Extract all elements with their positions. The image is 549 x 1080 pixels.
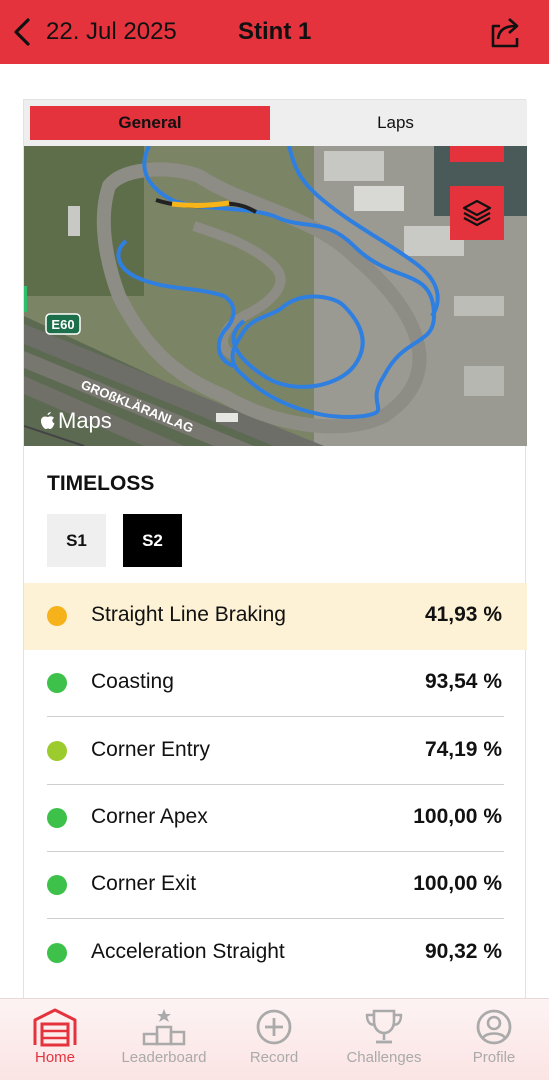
timeloss-label: Corner Apex: [91, 805, 208, 828]
timeloss-row[interactable]: Corner Exit 100,00 %: [24, 852, 527, 919]
share-icon[interactable]: [488, 14, 524, 50]
status-dot-icon: [47, 875, 67, 895]
nav-leaderboard[interactable]: Leaderboard: [109, 999, 219, 1080]
map-layers-button[interactable]: [450, 186, 504, 240]
nav-home-label: Home: [34, 1049, 75, 1066]
road-shield-label: E60: [51, 317, 74, 332]
plus-circle-icon: [256, 1009, 292, 1045]
timeloss-row[interactable]: Coasting 93,54 %: [24, 650, 527, 717]
row-divider: [47, 918, 504, 919]
timeloss-label: Straight Line Braking: [91, 603, 286, 626]
status-dot-icon: [47, 943, 67, 963]
top-bar: 22. Jul 2025 Stint 1: [0, 0, 549, 64]
timeloss-label: Coasting: [91, 670, 174, 693]
tab-laps[interactable]: Laps: [270, 106, 521, 140]
nav-profile[interactable]: Profile: [439, 999, 549, 1080]
status-dot-icon: [47, 741, 67, 761]
maps-text: Maps: [58, 408, 112, 433]
timeloss-label: Corner Entry: [91, 738, 211, 761]
map-control-button[interactable]: [450, 146, 504, 162]
trophy-icon: [365, 1009, 403, 1044]
session-date: 22. Jul 2025: [46, 18, 177, 45]
nav-record[interactable]: Record: [219, 999, 329, 1080]
maps-attribution: Maps: [40, 408, 112, 434]
apple-logo-icon: [41, 412, 55, 429]
nav-challenges-label: Challenges: [346, 1049, 422, 1066]
timeloss-label: Acceleration Straight: [91, 940, 285, 963]
page-title: Stint 1: [238, 18, 312, 45]
timeloss-row[interactable]: Corner Entry 74,19 %: [24, 718, 527, 785]
timeloss-value: 90,32 %: [424, 940, 502, 963]
nav-home[interactable]: Home: [0, 999, 110, 1080]
status-dot-icon: [47, 606, 67, 626]
nav-profile-label: Profile: [472, 1049, 516, 1066]
timeloss-value: 93,54 %: [424, 670, 502, 693]
status-dot-icon: [47, 673, 67, 693]
nav-leaderboard-label: Leaderboard: [121, 1049, 207, 1066]
timeloss-value: 100,00 %: [413, 872, 502, 895]
sector-s1-button[interactable]: S1: [47, 514, 106, 567]
stint-card: General Laps E60 GROßKLÄRANLAG Maps TIME…: [23, 99, 527, 999]
nav-record-label: Record: [249, 1049, 299, 1066]
timeloss-label: Corner Exit: [91, 872, 197, 895]
timeloss-title: TIMELOSS: [47, 472, 155, 495]
status-dot-icon: [47, 808, 67, 828]
track-map[interactable]: E60 GROßKLÄRANLAG Maps: [24, 146, 527, 446]
timeloss-row[interactable]: Acceleration Straight 90,32 %: [24, 920, 527, 987]
sector-s2-button[interactable]: S2: [123, 514, 182, 567]
nav-challenges[interactable]: Challenges: [329, 999, 439, 1080]
garage-icon: [33, 1008, 77, 1047]
person-icon: [476, 1009, 512, 1045]
back-chevron-icon[interactable]: [10, 17, 34, 47]
bottom-nav: Home Leaderboard Record Challenges Profi…: [0, 998, 549, 1080]
layers-icon: [462, 199, 492, 227]
timeloss-row[interactable]: Corner Apex 100,00 %: [24, 785, 527, 852]
timeloss-value: 41,93 %: [424, 603, 502, 626]
timeloss-value: 100,00 %: [413, 805, 502, 828]
timeloss-value: 74,19 %: [424, 738, 502, 761]
podium-icon: [142, 1009, 186, 1046]
content-area: General Laps E60 GROßKLÄRANLAG Maps TIME…: [0, 64, 549, 999]
timeloss-row[interactable]: Straight Line Braking 41,93 %: [24, 583, 527, 650]
tab-general[interactable]: General: [30, 106, 270, 140]
tab-bar: General Laps: [24, 100, 527, 146]
row-divider: [47, 716, 504, 717]
